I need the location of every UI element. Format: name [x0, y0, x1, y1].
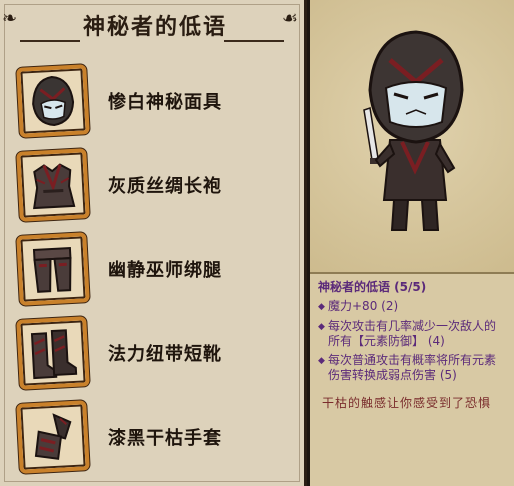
set-item-leggings[interactable]: 幽静巫师绑腿 [16, 232, 298, 306]
item-slot-frame[interactable] [16, 64, 90, 138]
boots-icon [30, 329, 78, 380]
item-label: 漆黑干枯手套 [108, 428, 222, 449]
item-label: 灰质丝绸长袍 [108, 176, 222, 197]
title-divider-right [224, 40, 284, 42]
set-bonus-text: 每次普通攻击有概率将所有元素伤害转换成弱点伤害 (5) [328, 353, 497, 382]
item-label: 幽静巫师绑腿 [108, 260, 222, 281]
flavor-text: 干枯的触感让你感受到了恐惧 [322, 396, 492, 410]
set-bonus-line: ◆ 每次攻击有几率减少一次敌人的所有【元素防御】 (4) [318, 319, 506, 349]
set-items-panel: ❧ ☙ 神秘者的低语 惨白神秘面具 灰质丝绸长袍 幽静巫师绑腿 法力纽带短靴 漆… [0, 0, 307, 486]
gloves-icon [34, 413, 72, 460]
leggings-icon [32, 247, 72, 293]
character-figure-icon [363, 30, 464, 231]
item-label: 惨白神秘面具 [108, 92, 222, 113]
item-slot-frame[interactable] [16, 316, 90, 390]
item-slot-frame[interactable] [16, 148, 90, 222]
set-item-robe[interactable]: 灰质丝绸长袍 [16, 148, 298, 222]
item-slot-frame[interactable] [16, 232, 90, 306]
item-slot-frame[interactable] [16, 400, 90, 474]
set-item-gloves[interactable]: 漆黑干枯手套 [16, 400, 298, 474]
set-item-boots[interactable]: 法力纽带短靴 [16, 316, 298, 390]
set-bonus-text: 每次攻击有几率减少一次敌人的所有【元素防御】 (4) [328, 319, 497, 348]
preview-panel: 神秘者的低语 (5/5) ◆ 魔力+80 (2) ◆ 每次攻击有几率减少一次敌人… [310, 0, 514, 486]
robe-icon [33, 163, 76, 210]
title-divider-left [20, 40, 80, 42]
item-label: 法力纽带短靴 [108, 344, 222, 365]
bullet-icon: ◆ [318, 322, 325, 332]
set-bonus-line: ◆ 每次普通攻击有概率将所有元素伤害转换成弱点伤害 (5) [318, 353, 506, 383]
set-item-mask[interactable]: 惨白神秘面具 [16, 64, 298, 138]
set-bonus-line: ◆ 魔力+80 (2) [318, 299, 506, 315]
bullet-icon: ◆ [318, 356, 325, 366]
set-bonus-info: 神秘者的低语 (5/5) ◆ 魔力+80 (2) ◆ 每次攻击有几率减少一次敌人… [310, 274, 514, 486]
mask-icon [32, 76, 75, 126]
set-bonus-title: 神秘者的低语 (5/5) [318, 280, 427, 294]
set-bonus-text: 魔力+80 (2) [328, 299, 399, 313]
character-portrait [310, 0, 514, 274]
bullet-icon: ◆ [318, 302, 325, 312]
